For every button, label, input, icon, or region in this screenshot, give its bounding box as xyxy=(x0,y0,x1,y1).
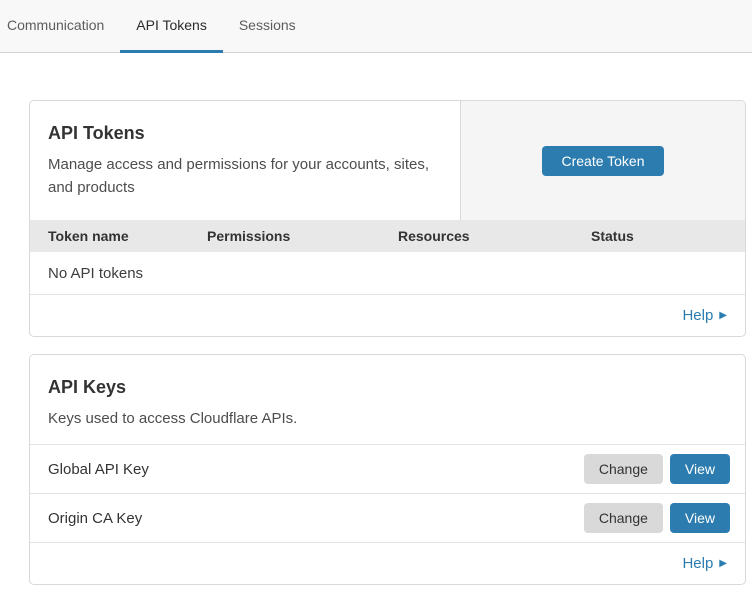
column-header-token-name: Token name xyxy=(48,228,207,244)
api-tokens-card-footer: Help ▶ xyxy=(30,295,745,336)
api-tokens-card-header-text: API Tokens Manage access and permissions… xyxy=(30,101,460,220)
key-label-origin-ca-key: Origin CA Key xyxy=(48,510,584,527)
column-header-resources: Resources xyxy=(398,228,591,244)
profile-tab-bar: Communication API Tokens Sessions xyxy=(0,0,752,53)
help-arrow-icon: ▶ xyxy=(719,558,727,569)
api-tokens-help-link[interactable]: Help ▶ xyxy=(682,307,727,324)
key-label-global-api-key: Global API Key xyxy=(48,461,584,478)
column-header-permissions: Permissions xyxy=(207,228,398,244)
api-keys-help-link[interactable]: Help ▶ xyxy=(682,555,727,572)
token-table-header-row: Token name Permissions Resources Status xyxy=(30,220,745,252)
api-keys-card-header: API Keys Keys used to access Cloudflare … xyxy=(30,355,745,445)
tab-communication[interactable]: Communication xyxy=(7,0,120,53)
api-tokens-description: Manage access and permissions for your a… xyxy=(48,153,438,199)
help-arrow-icon: ▶ xyxy=(719,310,727,321)
api-keys-card: API Keys Keys used to access Cloudflare … xyxy=(29,354,746,585)
key-row-origin-ca-key: Origin CA Key Change View xyxy=(30,494,745,543)
api-keys-description: Keys used to access Cloudflare APIs. xyxy=(48,407,438,430)
origin-ca-key-view-button[interactable]: View xyxy=(670,503,730,533)
key-row-global-api-key: Global API Key Change View xyxy=(30,445,745,494)
global-api-key-view-button[interactable]: View xyxy=(670,454,730,484)
help-link-label: Help xyxy=(682,555,713,572)
column-header-status: Status xyxy=(591,228,727,244)
tab-sessions[interactable]: Sessions xyxy=(223,0,312,53)
empty-tokens-message: No API tokens xyxy=(48,265,143,282)
global-api-key-change-button[interactable]: Change xyxy=(584,454,663,484)
api-tokens-card-action-panel: Create Token xyxy=(460,101,745,220)
create-token-button[interactable]: Create Token xyxy=(542,146,663,176)
api-keys-card-footer: Help ▶ xyxy=(30,543,745,584)
api-tokens-card-header: API Tokens Manage access and permissions… xyxy=(30,101,745,220)
token-table-empty-row: No API tokens xyxy=(30,252,745,295)
api-tokens-title: API Tokens xyxy=(48,123,442,144)
origin-ca-key-change-button[interactable]: Change xyxy=(584,503,663,533)
tab-api-tokens[interactable]: API Tokens xyxy=(120,0,223,53)
help-link-label: Help xyxy=(682,307,713,324)
api-tokens-card: API Tokens Manage access and permissions… xyxy=(29,100,746,337)
page-content: API Tokens Manage access and permissions… xyxy=(0,53,752,585)
api-keys-title: API Keys xyxy=(48,377,727,398)
